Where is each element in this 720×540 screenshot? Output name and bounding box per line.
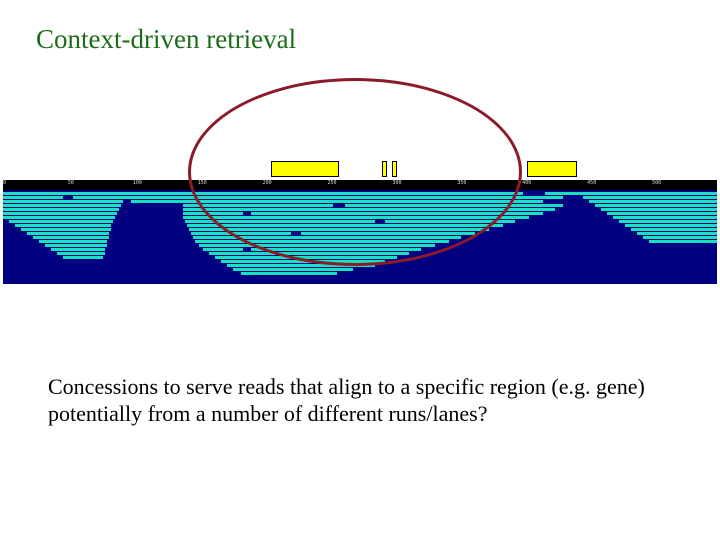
read-segment — [637, 232, 717, 235]
caption-text: Concessions to serve reads that align to… — [48, 374, 680, 428]
read-segment — [625, 224, 717, 227]
ruler-tick: 450 — [587, 180, 596, 186]
read-segment — [631, 228, 717, 231]
ruler-tick: 400 — [522, 180, 531, 186]
ruler-tick: 50 — [68, 180, 74, 186]
read-segment — [643, 236, 717, 239]
read-segment — [583, 196, 717, 199]
read-segment — [3, 208, 119, 211]
read-segment — [613, 216, 717, 219]
read-gap — [63, 196, 73, 199]
ruler-tick: 0 — [3, 180, 6, 186]
read-gap — [243, 248, 251, 251]
read-segment — [241, 272, 337, 275]
ruler-tick: 100 — [133, 180, 142, 186]
read-segment — [9, 220, 113, 223]
read-segment — [595, 204, 717, 207]
read-gap — [123, 200, 131, 203]
read-segment — [3, 212, 117, 215]
read-segment — [63, 256, 103, 259]
context-ellipse-annotation — [188, 78, 522, 266]
read-segment — [3, 216, 115, 219]
read-segment — [27, 232, 109, 235]
read-gap — [523, 192, 545, 195]
read-segment — [33, 236, 109, 239]
highlight-box — [527, 161, 577, 177]
read-segment — [619, 220, 717, 223]
read-segment — [51, 248, 105, 251]
read-segment — [649, 240, 717, 243]
slide-title: Context-driven retrieval — [36, 24, 296, 55]
read-segment — [3, 204, 121, 207]
read-segment — [601, 208, 717, 211]
slide: Context-driven retrieval 050100150200250… — [0, 0, 720, 540]
read-segment — [45, 244, 107, 247]
read-segment — [589, 200, 717, 203]
read-segment — [21, 228, 111, 231]
ruler-tick: 500 — [652, 180, 661, 186]
read-segment — [57, 252, 105, 255]
read-segment — [15, 224, 111, 227]
read-segment — [607, 212, 717, 215]
alignment-figure: 050100150200250300350400450500550 — [0, 120, 720, 300]
read-segment — [233, 268, 353, 271]
read-segment — [39, 240, 107, 243]
